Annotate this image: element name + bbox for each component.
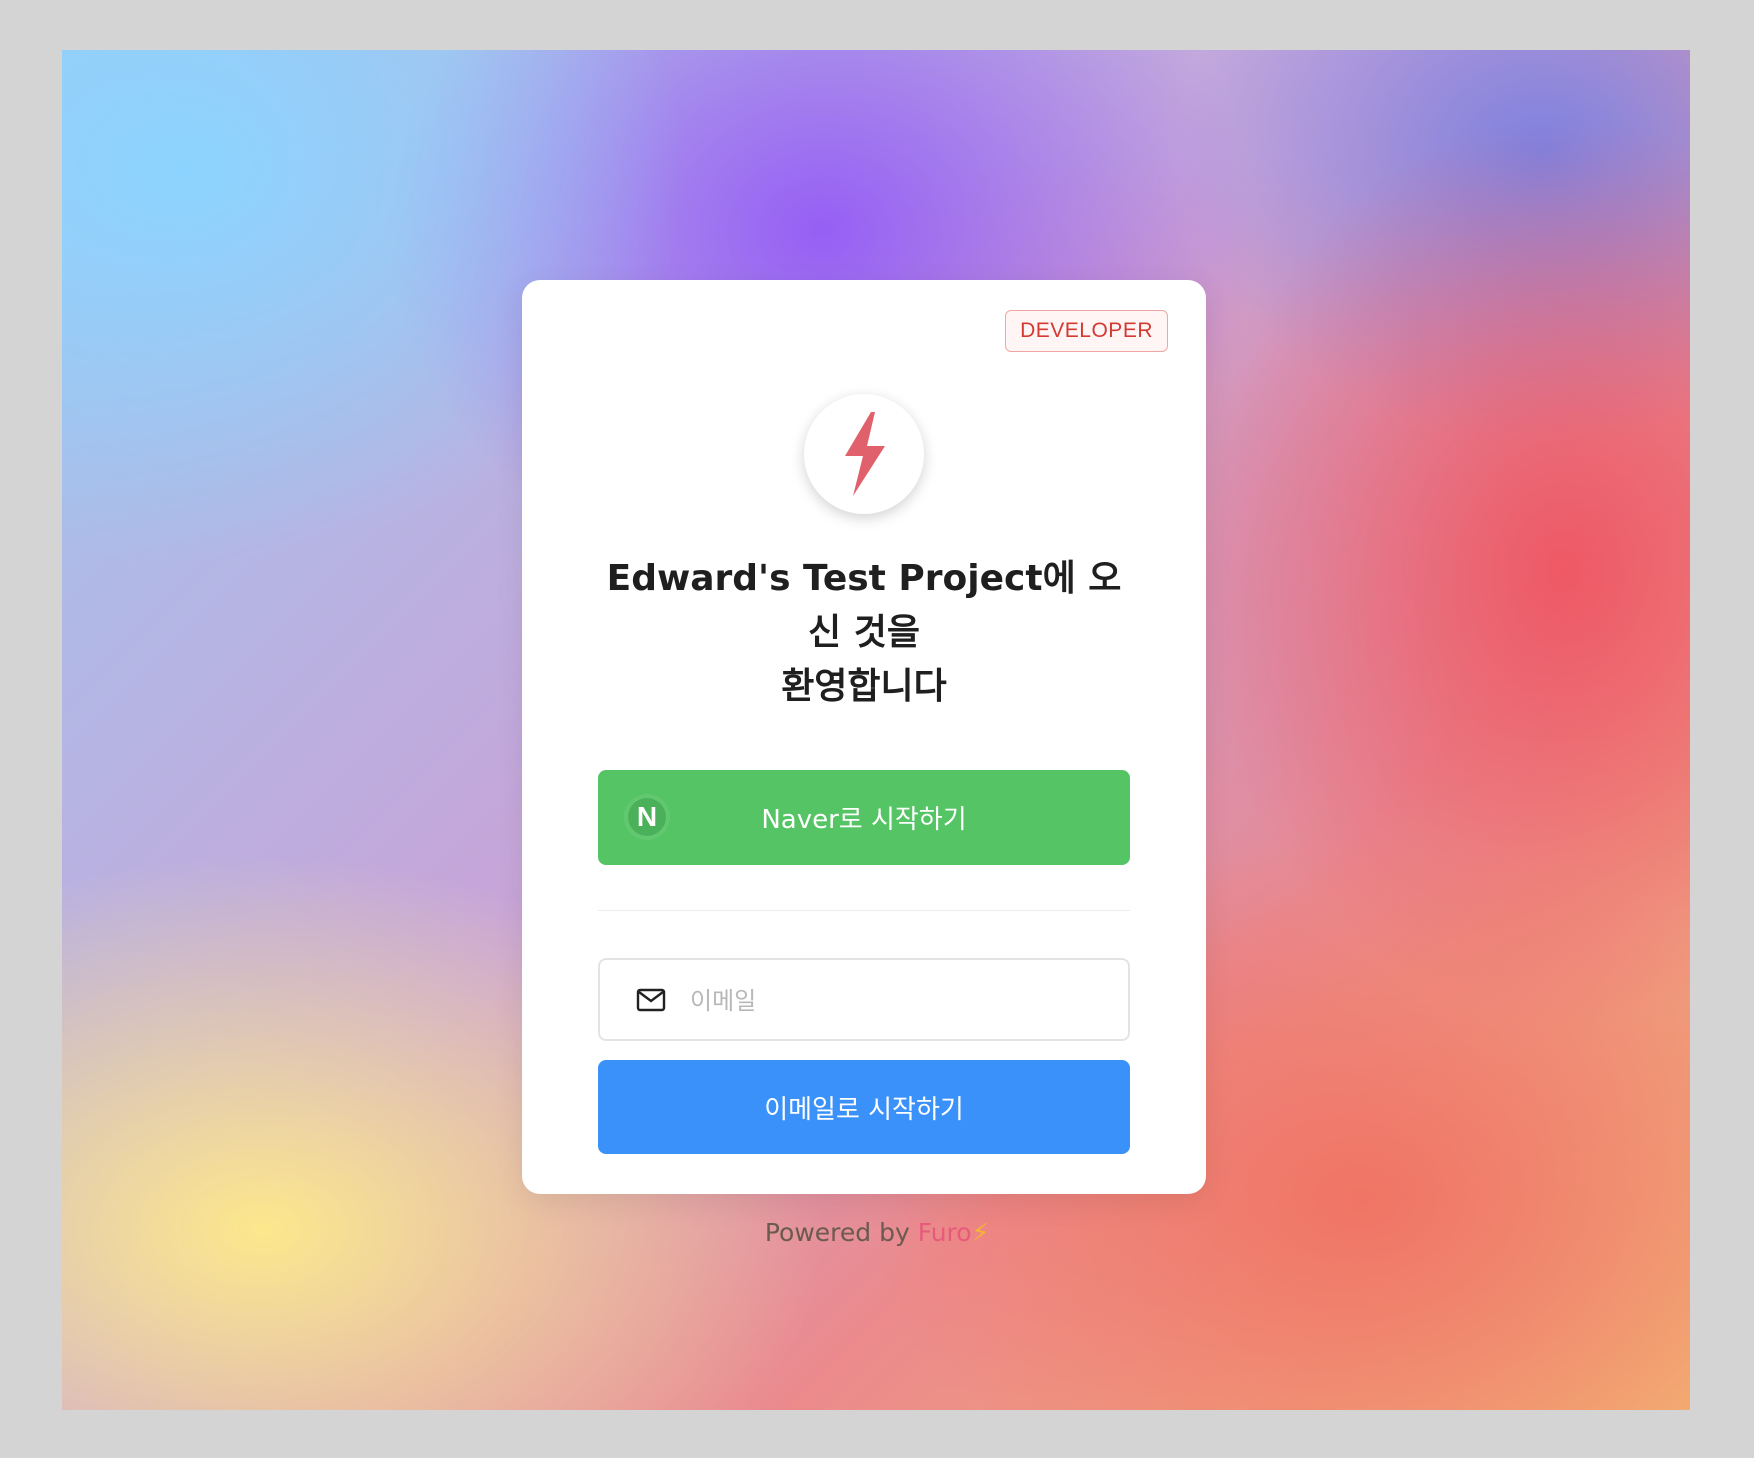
naver-login-label: Naver로 시작하기 xyxy=(761,805,967,835)
email-field[interactable] xyxy=(598,958,1130,1041)
powered-by-text: Powered by xyxy=(764,1218,918,1247)
furo-brand-link[interactable]: Furo xyxy=(918,1218,972,1247)
naver-login-button[interactable]: N Naver로 시작하기 xyxy=(598,770,1130,865)
email-input[interactable] xyxy=(688,970,1112,1032)
welcome-line-2: 신 것을 xyxy=(808,612,920,653)
email-login-label: 이메일로 시작하기 xyxy=(764,1094,964,1125)
powered-by-footer: Powered by Furo⚡ xyxy=(0,1218,1754,1247)
lightning-small-icon: ⚡ xyxy=(971,1218,990,1247)
naver-icon: N xyxy=(628,798,666,836)
email-login-button[interactable]: 이메일로 시작하기 xyxy=(598,1060,1130,1154)
lightning-bolt-icon xyxy=(845,412,885,496)
login-card: DEVELOPER Edward's Test Project에 오 신 것을 … xyxy=(522,280,1206,1194)
welcome-title: Edward's Test Project에 오 신 것을 환영합니다 xyxy=(582,552,1146,714)
project-logo xyxy=(804,394,924,514)
developer-badge: DEVELOPER xyxy=(1005,310,1168,352)
mail-icon xyxy=(636,988,666,1012)
divider xyxy=(598,910,1130,911)
welcome-line-3: 환영합니다 xyxy=(781,666,947,707)
welcome-line-1: Edward's Test Project에 오 xyxy=(606,558,1122,599)
